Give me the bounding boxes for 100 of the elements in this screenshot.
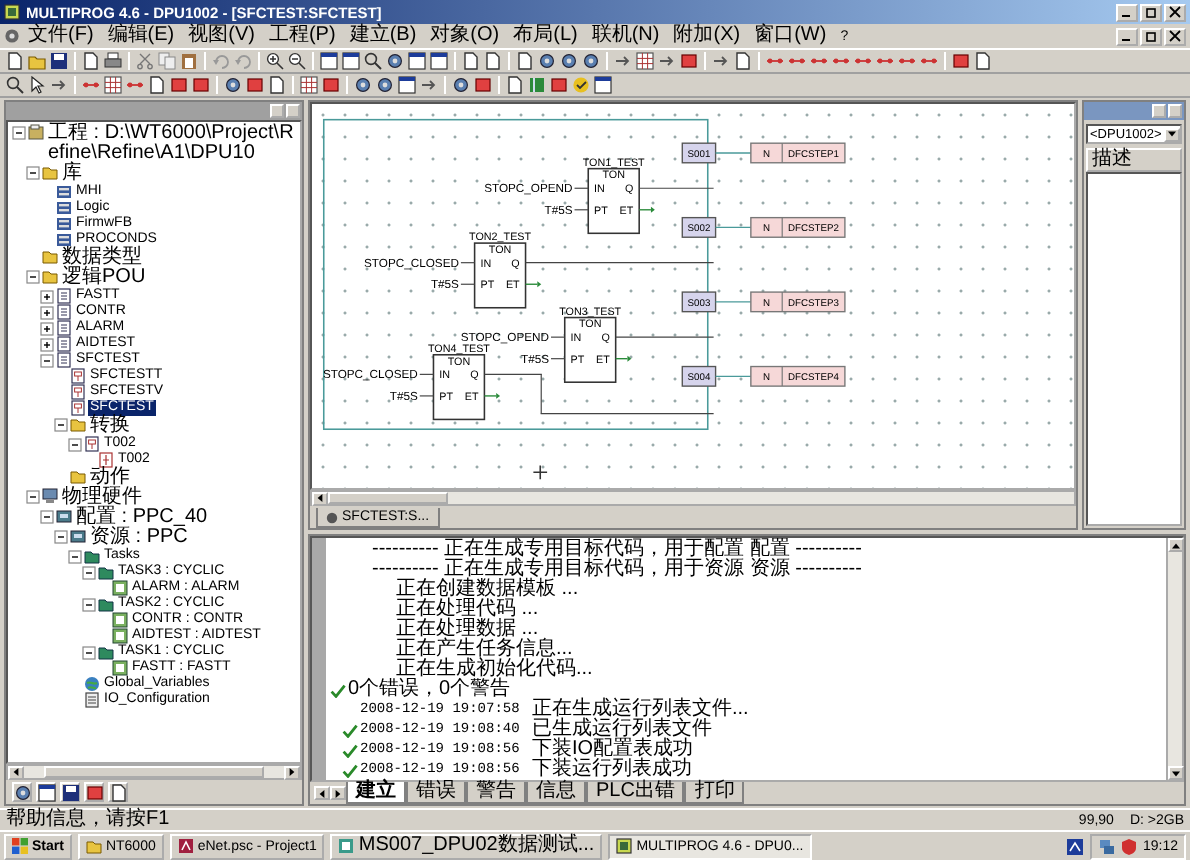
output-tab[interactable]: 错误 xyxy=(406,782,466,804)
window-icon[interactable] xyxy=(408,52,426,70)
scissors-icon[interactable] xyxy=(136,52,154,70)
restore-button[interactable] xyxy=(1140,3,1162,21)
collapse-toggle[interactable] xyxy=(40,509,54,523)
collapse-toggle[interactable] xyxy=(68,549,82,563)
minimize-button[interactable] xyxy=(1116,27,1138,45)
minimize-button[interactable] xyxy=(1116,3,1138,21)
page-icon[interactable] xyxy=(82,52,100,70)
arrow-icon[interactable] xyxy=(50,76,68,94)
tab-prev-button[interactable] xyxy=(314,786,330,800)
zoom-in-icon[interactable] xyxy=(266,52,284,70)
collapse-toggle[interactable] xyxy=(82,565,96,579)
window-icon[interactable] xyxy=(594,76,612,94)
tab-next-button[interactable] xyxy=(330,786,346,800)
printer-icon[interactable] xyxy=(104,52,122,70)
scroll-thumb[interactable] xyxy=(328,492,448,504)
expand-toggle[interactable] xyxy=(40,337,54,351)
tree-item[interactable]: 配置 : PPC_40 xyxy=(74,508,210,528)
expand-toggle[interactable] xyxy=(40,321,54,335)
taskbar-button[interactable]: MS007_DPU02数据测试... xyxy=(330,833,603,859)
scroll-up-button[interactable] xyxy=(1168,538,1184,552)
window-icon[interactable] xyxy=(342,52,360,70)
output-tab[interactable]: 警告 xyxy=(466,782,526,804)
menu-item[interactable]: 文件(F) xyxy=(22,26,100,46)
page-icon[interactable] xyxy=(974,52,992,70)
page-icon[interactable] xyxy=(734,52,752,70)
menu-item[interactable]: 视图(V) xyxy=(182,26,261,46)
menu-item[interactable]: 对象(O) xyxy=(424,26,506,46)
scroll-right-button[interactable] xyxy=(284,765,300,779)
collapse-toggle[interactable] xyxy=(26,165,40,179)
arrow-icon[interactable] xyxy=(712,52,730,70)
output-tab[interactable]: 信息 xyxy=(526,782,586,804)
menu-item[interactable]: 编辑(E) xyxy=(101,26,181,46)
tree-item[interactable]: 库 xyxy=(60,164,84,184)
output-tab[interactable]: PLC出错 xyxy=(586,782,685,804)
menu-item[interactable]: 布局(L) xyxy=(507,26,584,46)
close-button[interactable] xyxy=(1164,27,1186,45)
shield-icon[interactable] xyxy=(1120,837,1139,855)
block-icon[interactable] xyxy=(246,76,264,94)
keyboard-icon[interactable] xyxy=(1066,837,1085,855)
collapse-toggle[interactable] xyxy=(26,489,40,503)
zoom-out-icon[interactable] xyxy=(288,52,306,70)
scroll-left-button[interactable] xyxy=(8,765,24,779)
check-icon[interactable] xyxy=(572,76,590,94)
block-icon[interactable] xyxy=(322,76,340,94)
grid-icon[interactable] xyxy=(104,76,122,94)
arrow-icon[interactable] xyxy=(420,76,438,94)
tree-item[interactable]: 动作 xyxy=(88,468,132,488)
search-icon[interactable] xyxy=(364,52,382,70)
page-icon[interactable] xyxy=(148,76,166,94)
expand-toggle[interactable] xyxy=(40,289,54,303)
scroll-left-button[interactable] xyxy=(312,491,328,505)
block-icon[interactable] xyxy=(952,52,970,70)
page-icon[interactable] xyxy=(268,76,286,94)
menu-item[interactable]: 联机(N) xyxy=(585,26,666,46)
block-icon[interactable] xyxy=(85,783,103,801)
clipboard-icon[interactable] xyxy=(180,52,198,70)
collapse-toggle[interactable] xyxy=(54,417,68,431)
scroll-thumb[interactable] xyxy=(44,766,264,778)
block-icon[interactable] xyxy=(680,52,698,70)
collapse-toggle[interactable] xyxy=(82,597,96,611)
collapse-toggle[interactable] xyxy=(12,125,26,139)
tree-item[interactable]: 逻辑POU xyxy=(60,268,148,288)
cursor-icon[interactable] xyxy=(28,76,46,94)
window-icon[interactable] xyxy=(37,783,55,801)
block-icon[interactable] xyxy=(550,76,568,94)
tree-item[interactable]: 资源 : PPC xyxy=(88,528,190,548)
page-icon[interactable] xyxy=(6,52,24,70)
block-icon[interactable] xyxy=(474,76,492,94)
restore-button[interactable] xyxy=(1140,27,1162,45)
collapse-toggle[interactable] xyxy=(82,645,96,659)
tree-item[interactable]: 工程 : D:\WT6000\Project\Refine\Refine\A1\DPU10 xyxy=(46,124,296,164)
grid-icon[interactable] xyxy=(300,76,318,94)
tree-item[interactable]: 物理硬件 xyxy=(60,488,144,508)
window-icon[interactable] xyxy=(398,76,416,94)
wire xyxy=(419,373,435,375)
window-icon[interactable] xyxy=(320,52,338,70)
collapse-toggle[interactable] xyxy=(26,269,40,283)
scroll-down-button[interactable] xyxy=(1168,766,1184,780)
network-icon[interactable] xyxy=(1098,837,1117,855)
menu-item[interactable]: 附加(X) xyxy=(667,26,747,46)
close-button[interactable] xyxy=(1164,3,1186,21)
expand-toggle[interactable] xyxy=(40,305,54,319)
menu-item[interactable]: 工程(P) xyxy=(262,26,342,46)
grid-icon[interactable] xyxy=(636,52,654,70)
collapse-toggle[interactable] xyxy=(40,353,54,367)
arrow-icon[interactable] xyxy=(658,52,676,70)
search-icon[interactable] xyxy=(6,76,24,94)
menu-item[interactable]: 建立(B) xyxy=(343,26,423,46)
output-tab[interactable]: 打印 xyxy=(684,782,745,804)
menu-item[interactable]: 窗口(W) xyxy=(748,26,833,46)
tree-item[interactable]: 数据类型 xyxy=(60,248,144,268)
collapse-toggle[interactable] xyxy=(68,437,82,451)
collapse-toggle[interactable] xyxy=(54,529,68,543)
tree-item[interactable]: 转换 xyxy=(88,416,132,436)
window-icon[interactable] xyxy=(430,52,448,70)
output-tab[interactable]: 建立 xyxy=(346,782,406,804)
column-header[interactable]: 描述 xyxy=(1086,148,1182,172)
arrow-icon[interactable] xyxy=(614,52,632,70)
